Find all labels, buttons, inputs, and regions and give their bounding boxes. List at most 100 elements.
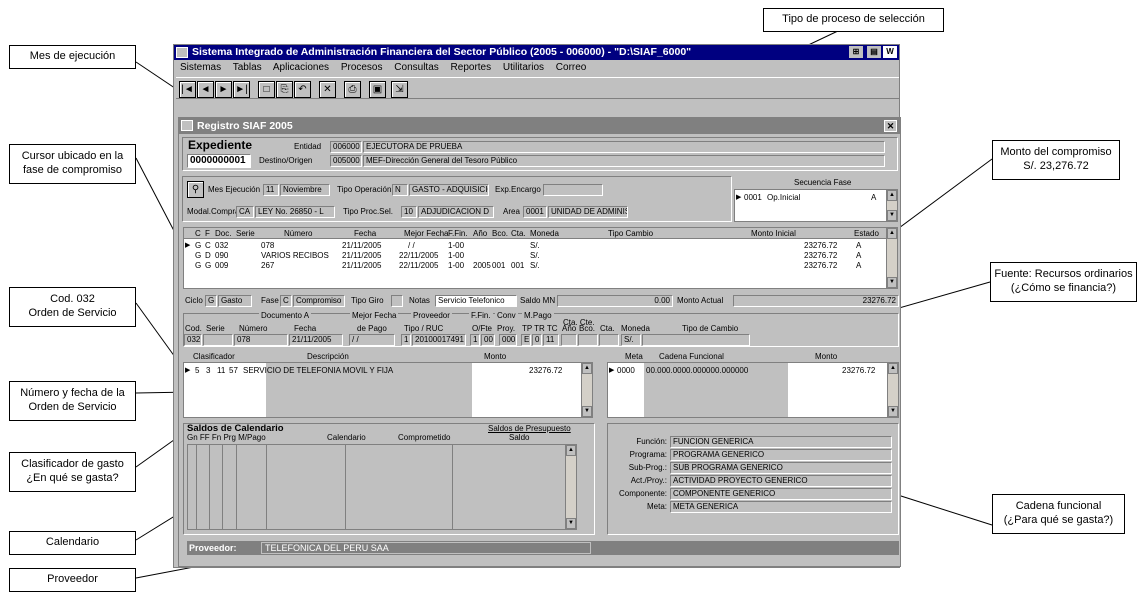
meta-scrollbar[interactable]: ▲ ▼: [887, 363, 898, 417]
col-fecha: Fecha: [354, 229, 377, 238]
scroll-down-icon[interactable]: ▼: [566, 518, 576, 529]
cell-ffin: 1-00: [448, 241, 465, 250]
prev-record-button[interactable]: ◄: [197, 81, 214, 98]
secuencia-name[interactable]: Op.Inicial: [767, 193, 800, 202]
scroll-up-icon[interactable]: ▲: [888, 363, 898, 374]
first-record-button[interactable]: |◄: [179, 81, 196, 98]
menu-sistemas[interactable]: Sistemas: [180, 62, 221, 73]
saldos-scrollbar[interactable]: ▲ ▼: [565, 445, 576, 529]
binoculars-icon[interactable]: ⚲: [187, 181, 204, 198]
proy-field[interactable]: 000: [499, 334, 517, 346]
menu-reportes[interactable]: Reportes: [451, 62, 492, 73]
area-code[interactable]: 0001: [523, 206, 547, 218]
cell-descripcion: SERVICIO DE TELEFONIA MOVIL Y FIJA: [243, 366, 394, 375]
col-f: F: [205, 229, 210, 238]
anio-label: Año: [562, 324, 577, 333]
window-icon[interactable]: W: [883, 46, 897, 58]
tipo-ruc-label: Tipo / RUC: [404, 324, 444, 333]
close-icon[interactable]: ✕: [884, 120, 897, 132]
menu-consultas[interactable]: Consultas: [394, 62, 438, 73]
moneda-field[interactable]: S/.: [621, 334, 641, 346]
ciclo-label: Ciclo: [185, 296, 203, 305]
modal-compra-name: LEY No. 26850 - L: [255, 206, 335, 218]
serie-field[interactable]: [203, 334, 233, 346]
tp-field[interactable]: E: [521, 334, 531, 346]
fte-field[interactable]: 00: [481, 334, 495, 346]
new-button[interactable]: □: [258, 81, 275, 98]
clasificador-scrollbar[interactable]: ▲ ▼: [581, 363, 592, 417]
destino-code[interactable]: 005000: [330, 155, 362, 167]
ruc-field[interactable]: 20100017491: [412, 334, 466, 346]
entidad-code[interactable]: 006000: [330, 141, 362, 153]
tile-icon[interactable]: ▤: [867, 46, 881, 58]
tr-field[interactable]: 0: [532, 334, 542, 346]
ciclo-code[interactable]: G: [205, 295, 217, 307]
expediente-field[interactable]: 0000000001: [187, 154, 251, 168]
fecha-field[interactable]: 21/11/2005: [289, 334, 343, 346]
copy-button[interactable]: ⎘: [276, 81, 293, 98]
tc-field[interactable]: 11: [543, 334, 559, 346]
exp-encargo-label: Exp.Encargo: [495, 185, 541, 194]
scroll-down-icon[interactable]: ▼: [888, 406, 898, 417]
secuencia-scrollbar[interactable]: ▲ ▼: [886, 190, 897, 221]
secuencia-code[interactable]: 0001: [744, 193, 762, 202]
fases-scrollbar[interactable]: ▲ ▼: [886, 228, 897, 288]
cta-field[interactable]: [599, 334, 619, 346]
toolbar: |◄ ◄ ► ►| □ ⎘ ↶ ✕ ⎙ ▣ ⇲: [176, 77, 899, 99]
scroll-up-icon[interactable]: ▲: [887, 228, 897, 239]
componente-field: COMPONENTE GENERICO: [670, 488, 892, 500]
save-button[interactable]: ▣: [369, 81, 386, 98]
monto-actual-label: Monto Actual: [677, 296, 724, 305]
notas-label: Notas: [409, 296, 430, 305]
next-record-button[interactable]: ►: [215, 81, 232, 98]
numero-field[interactable]: 078: [234, 334, 288, 346]
notas-field[interactable]: Servicio Telefonico: [435, 295, 517, 307]
tipo-field[interactable]: 1: [401, 334, 411, 346]
menu-utilitarios[interactable]: Utilitarios: [503, 62, 544, 73]
bco-field[interactable]: [578, 334, 598, 346]
delete-button[interactable]: ✕: [319, 81, 336, 98]
tipo-proc-name: ADJUDICACION D: [418, 206, 494, 218]
area-name: UNIDAD DE ADMINIS: [548, 206, 628, 218]
undo-button[interactable]: ↶: [294, 81, 311, 98]
scroll-down-icon[interactable]: ▼: [887, 210, 897, 221]
subprog-field: SUB PROGRAMA GENERICO: [670, 462, 892, 474]
anio-field[interactable]: [561, 334, 577, 346]
cta-label: Cta.: [600, 324, 615, 333]
menu-tablas[interactable]: Tablas: [233, 62, 262, 73]
menu-correo[interactable]: Correo: [556, 62, 587, 73]
de-pago-label: de Pago: [357, 324, 387, 333]
menu-procesos[interactable]: Procesos: [341, 62, 383, 73]
print-button[interactable]: ⎙: [344, 81, 361, 98]
o-field[interactable]: 1: [470, 334, 480, 346]
cell-estado: A: [856, 241, 862, 250]
tipo-giro-field[interactable]: [391, 295, 403, 307]
scroll-up-icon[interactable]: ▲: [566, 445, 576, 456]
callout-calendario: Calendario: [9, 531, 136, 555]
cod-label: Cod.: [185, 324, 202, 333]
mes-num[interactable]: 11: [263, 184, 279, 196]
tipo-proc-code[interactable]: 10: [401, 206, 417, 218]
last-record-button[interactable]: ►|: [233, 81, 250, 98]
saldo-mn-field: 0.00: [557, 295, 673, 307]
exp-encargo-field[interactable]: [543, 184, 603, 196]
fase-code[interactable]: C: [280, 295, 292, 307]
exit-button[interactable]: ⇲: [391, 81, 408, 98]
actproy-field: ACTIVIDAD PROYECTO GENERICO: [670, 475, 892, 487]
modal-compra-code[interactable]: CA: [236, 206, 254, 218]
col-estado: Estado: [854, 229, 879, 238]
scroll-down-icon[interactable]: ▼: [887, 277, 897, 288]
app-icon: [176, 47, 188, 58]
col-monto-inicial: Monto Inicial: [751, 229, 796, 238]
menu-aplicaciones[interactable]: Aplicaciones: [273, 62, 329, 73]
cell-doc: 090: [215, 251, 229, 260]
scroll-up-icon[interactable]: ▲: [887, 190, 897, 201]
tipo-cambio-field[interactable]: [642, 334, 750, 346]
depago-field[interactable]: / /: [349, 334, 395, 346]
scroll-down-icon[interactable]: ▼: [582, 406, 592, 417]
cod-field[interactable]: 032: [184, 334, 202, 346]
restore-icon[interactable]: ⊞: [849, 46, 863, 58]
scroll-up-icon[interactable]: ▲: [582, 363, 592, 374]
conv-label: Conv: [495, 311, 518, 321]
tipo-operacion-code[interactable]: N: [392, 184, 408, 196]
